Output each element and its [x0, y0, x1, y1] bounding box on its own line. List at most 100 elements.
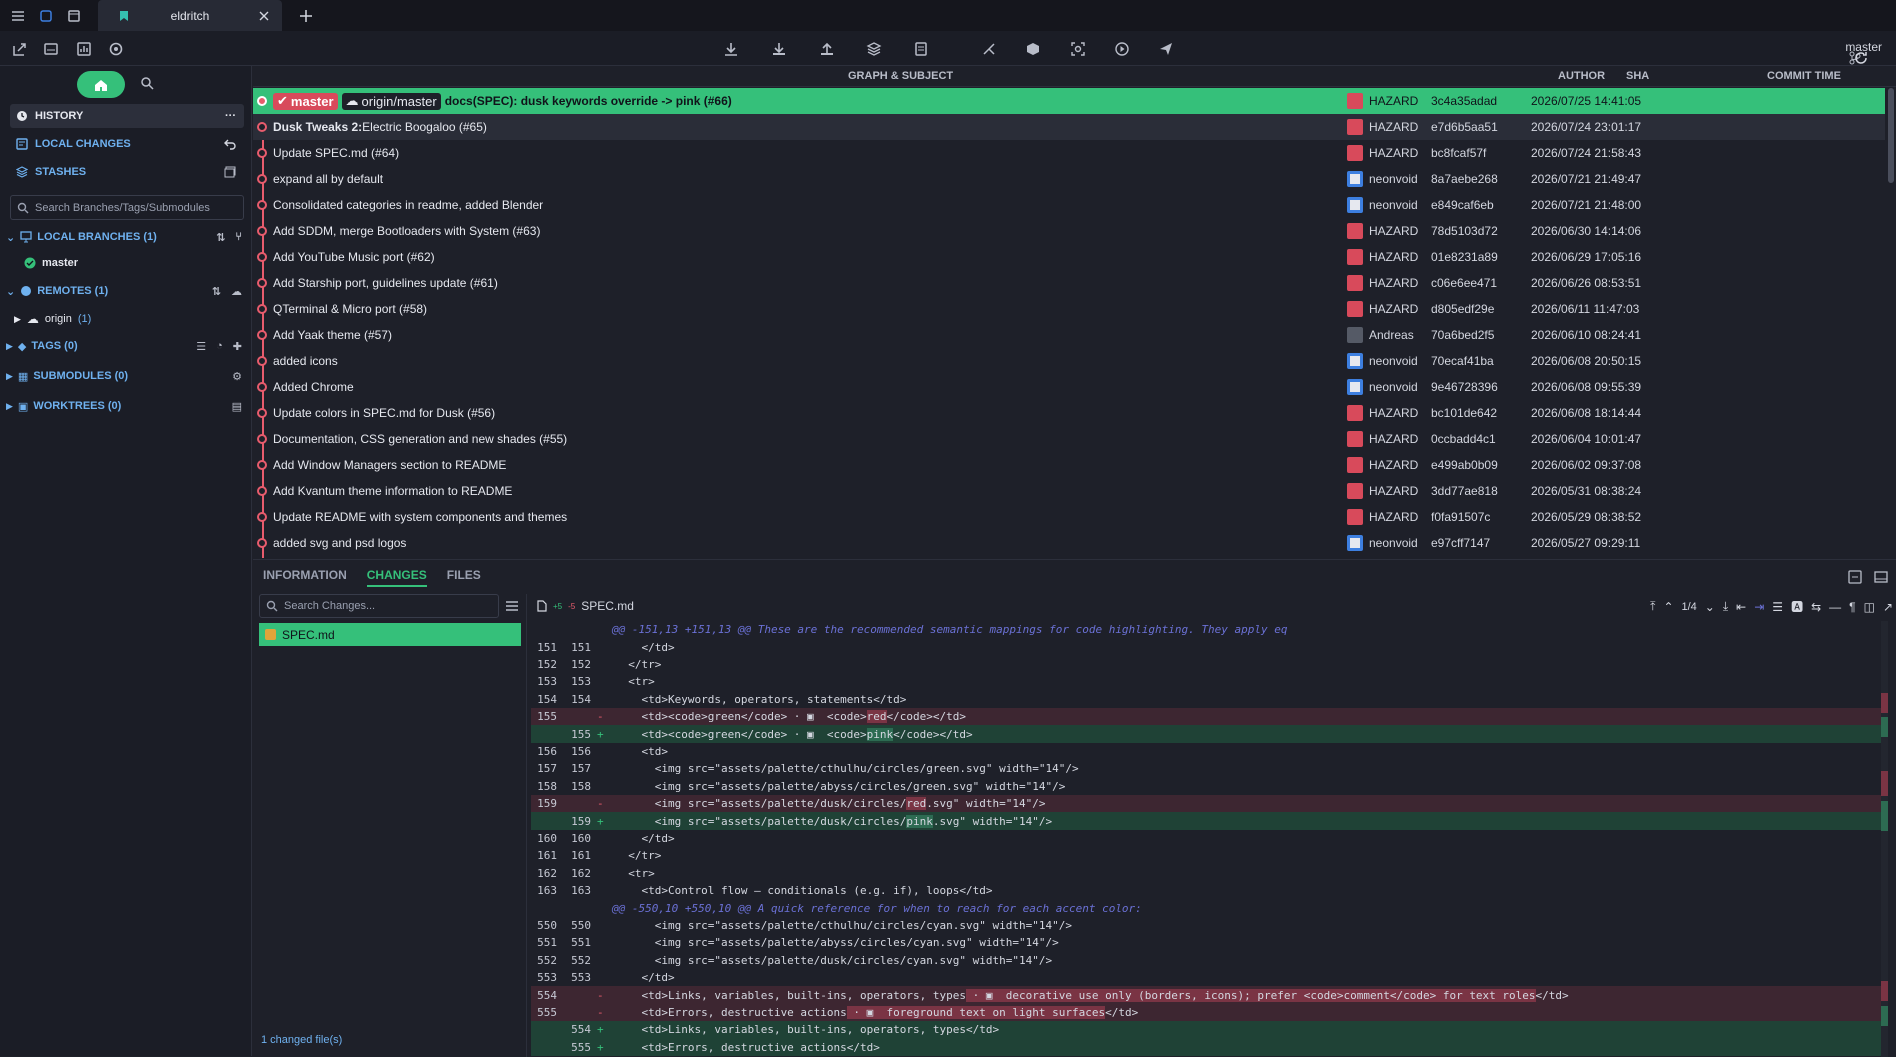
- bookmark-icon[interactable]: [64, 6, 84, 26]
- diff-minimap[interactable]: [1881, 621, 1888, 1057]
- new-branch-icon[interactable]: ⑂: [235, 231, 242, 244]
- view-mode-icon[interactable]: [505, 599, 519, 613]
- commit-row[interactable]: ✔ master ☁ origin/master docs(SPEC): dusk ke…: [253, 88, 1885, 114]
- commit-row[interactable]: Add YouTube Music port (#62) HAZARD 01e823…: [253, 244, 1885, 270]
- first-hunk-icon[interactable]: ⤒: [1650, 599, 1655, 614]
- lfs-icon[interactable]: [1023, 39, 1043, 59]
- open-folder-icon[interactable]: [10, 39, 30, 59]
- tab-information[interactable]: INFORMATION: [263, 568, 347, 587]
- tab-files[interactable]: FILES: [447, 568, 481, 587]
- run-action-icon[interactable]: [1112, 39, 1132, 59]
- settings-icon[interactable]: [106, 39, 126, 59]
- more-icon[interactable]: ···: [225, 110, 236, 122]
- stash-list-icon[interactable]: [224, 166, 236, 178]
- whitespace-icon[interactable]: ―: [1829, 600, 1841, 614]
- commit-row[interactable]: Add Kvantum theme information to README H…: [253, 478, 1885, 504]
- commit-sha[interactable]: bc101de642: [1431, 406, 1497, 420]
- commit-sha[interactable]: 78d5103d72: [1431, 224, 1498, 238]
- tree-view-icon[interactable]: ☰: [196, 340, 206, 353]
- col-sha[interactable]: SHA: [1626, 70, 1649, 82]
- search-icon[interactable]: [140, 76, 154, 90]
- commit-row[interactable]: Consolidated categories in readme, added…: [253, 192, 1885, 218]
- nav-history[interactable]: HISTORY ···: [10, 104, 244, 128]
- commit-sha[interactable]: 01e8231a89: [1431, 250, 1498, 264]
- col-author[interactable]: AUTHOR: [1558, 70, 1605, 82]
- git-flow-icon[interactable]: [979, 39, 999, 59]
- pull-icon[interactable]: [769, 39, 789, 59]
- repository-icon[interactable]: [36, 6, 56, 26]
- new-tag-icon[interactable]: ✚: [233, 340, 242, 353]
- commit-sha[interactable]: f0fa91507c: [1431, 510, 1490, 524]
- remote-origin[interactable]: ▶ ☁ origin (1): [14, 312, 91, 326]
- add-worktree-icon[interactable]: ▤: [232, 400, 242, 413]
- branch-master[interactable]: master: [24, 257, 78, 269]
- commit-sha[interactable]: e7d6b5aa51: [1431, 120, 1498, 134]
- nav-stashes[interactable]: STASHES: [10, 160, 244, 184]
- section-remotes[interactable]: ⌄ REMOTES (1) ⇅ ☁: [6, 281, 246, 301]
- commit-sha[interactable]: d805edf29e: [1431, 302, 1494, 316]
- commit-sha[interactable]: 9e46728396: [1431, 380, 1498, 394]
- commit-sha[interactable]: bc8fcaf57f: [1431, 146, 1486, 160]
- menu-icon[interactable]: [8, 6, 28, 26]
- sort-icon[interactable]: ⇅: [212, 285, 221, 298]
- current-branch[interactable]: master: [1845, 40, 1882, 65]
- commit-row[interactable]: Add SDDM, merge Bootloaders with System …: [253, 218, 1885, 244]
- commit-row[interactable]: QTerminal & Micro port (#58) HAZARD d805ed…: [253, 296, 1885, 322]
- fetch-icon[interactable]: [721, 39, 741, 59]
- sort-icon[interactable]: ⇅: [216, 231, 225, 244]
- commit-row[interactable]: Dusk Tweaks 2: Electric Boogaloo (#65) HA…: [253, 114, 1885, 140]
- add-remote-icon[interactable]: ☁: [231, 285, 242, 298]
- section-submodules[interactable]: ▶ ▦ SUBMODULES (0) ⚙: [6, 366, 246, 386]
- commit-row[interactable]: Add Starship port, guidelines update (#6…: [253, 270, 1885, 296]
- refresh-icon[interactable]: [1851, 48, 1871, 68]
- col-graph-subject[interactable]: GRAPH & SUBJECT: [848, 70, 953, 82]
- sort-icon[interactable]: ◔: [216, 340, 223, 353]
- line-numbers-icon[interactable]: ☰: [1772, 600, 1783, 614]
- open-external-icon[interactable]: ↗: [1883, 600, 1893, 614]
- commit-row[interactable]: Add Yaak theme (#57) Andreas 70a6bed2f5 202…: [253, 322, 1885, 348]
- next-hunk-icon[interactable]: ⌄: [1705, 600, 1715, 614]
- apply-patch-icon[interactable]: [911, 39, 931, 59]
- branch-search-input[interactable]: Search Branches/Tags/Submodules: [10, 195, 244, 220]
- decrease-context-icon[interactable]: ⇤: [1736, 600, 1746, 614]
- commit-sha[interactable]: 70ecaf41ba: [1431, 354, 1494, 368]
- commit-row[interactable]: added svg and psd logos neonvoid e97cff714…: [253, 530, 1885, 556]
- swap-layout-icon[interactable]: [1848, 570, 1862, 584]
- changes-search-input[interactable]: Search Changes...: [259, 594, 499, 618]
- commit-list-scrollbar[interactable]: [1888, 88, 1894, 183]
- commit-sha[interactable]: 8a7aebe268: [1431, 172, 1498, 186]
- show-hidden-icon[interactable]: ¶: [1849, 600, 1855, 614]
- commit-row[interactable]: added icons neonvoid 70ecaf41ba 2026/06/08 …: [253, 348, 1885, 374]
- increase-context-icon[interactable]: ⇥: [1754, 600, 1764, 614]
- changed-file-item[interactable]: SPEC.md: [259, 623, 521, 646]
- repo-tab[interactable]: eldritch: [98, 0, 282, 31]
- commit-sha[interactable]: 3c4a35adad: [1431, 94, 1497, 108]
- section-worktrees[interactable]: ▶ ▣ WORKTREES (0) ▤: [6, 396, 246, 416]
- diff-view[interactable]: @@ -151,13 +151,13 @@ These are the reco…: [531, 621, 1886, 1057]
- tab-changes[interactable]: CHANGES: [366, 568, 427, 587]
- commit-row[interactable]: Documentation, CSS generation and new sh…: [253, 426, 1885, 452]
- prev-hunk-icon[interactable]: ⌃: [1663, 600, 1673, 614]
- maximize-icon[interactable]: [1874, 570, 1888, 584]
- commit-sha[interactable]: e849caf6eb: [1431, 198, 1494, 212]
- commit-sha[interactable]: 3dd77ae818: [1431, 484, 1498, 498]
- commit-row[interactable]: Update README with system components and…: [253, 504, 1885, 530]
- stash-icon[interactable]: [864, 39, 884, 59]
- font-icon[interactable]: 🅰: [1791, 598, 1803, 615]
- section-local-branches[interactable]: ⌄ LOCAL BRANCHES (1) ⇅ ⑂: [6, 227, 246, 247]
- commit-sha[interactable]: e499ab0b09: [1431, 458, 1498, 472]
- commit-row[interactable]: Update SPEC.md (#64) HAZARD bc8fcaf57f 2026…: [253, 140, 1885, 166]
- home-button[interactable]: [77, 71, 125, 98]
- commit-sha[interactable]: 70a6bed2f5: [1431, 328, 1494, 342]
- statistics-icon[interactable]: [74, 39, 94, 59]
- close-icon[interactable]: [254, 6, 274, 26]
- commit-sha[interactable]: e97cff7147: [1431, 536, 1490, 550]
- search-commit-icon[interactable]: [1068, 39, 1088, 59]
- add-submodule-icon[interactable]: ⚙: [232, 370, 242, 383]
- send-icon[interactable]: [1156, 39, 1176, 59]
- commit-row[interactable]: Add Window Managers section to README HAZ…: [253, 452, 1885, 478]
- col-commit-time[interactable]: COMMIT TIME: [1767, 70, 1841, 82]
- remote-branch-ref[interactable]: ☁ origin/master: [341, 92, 441, 110]
- nav-local-changes[interactable]: LOCAL CHANGES: [10, 132, 244, 156]
- new-tab-icon[interactable]: [296, 6, 316, 26]
